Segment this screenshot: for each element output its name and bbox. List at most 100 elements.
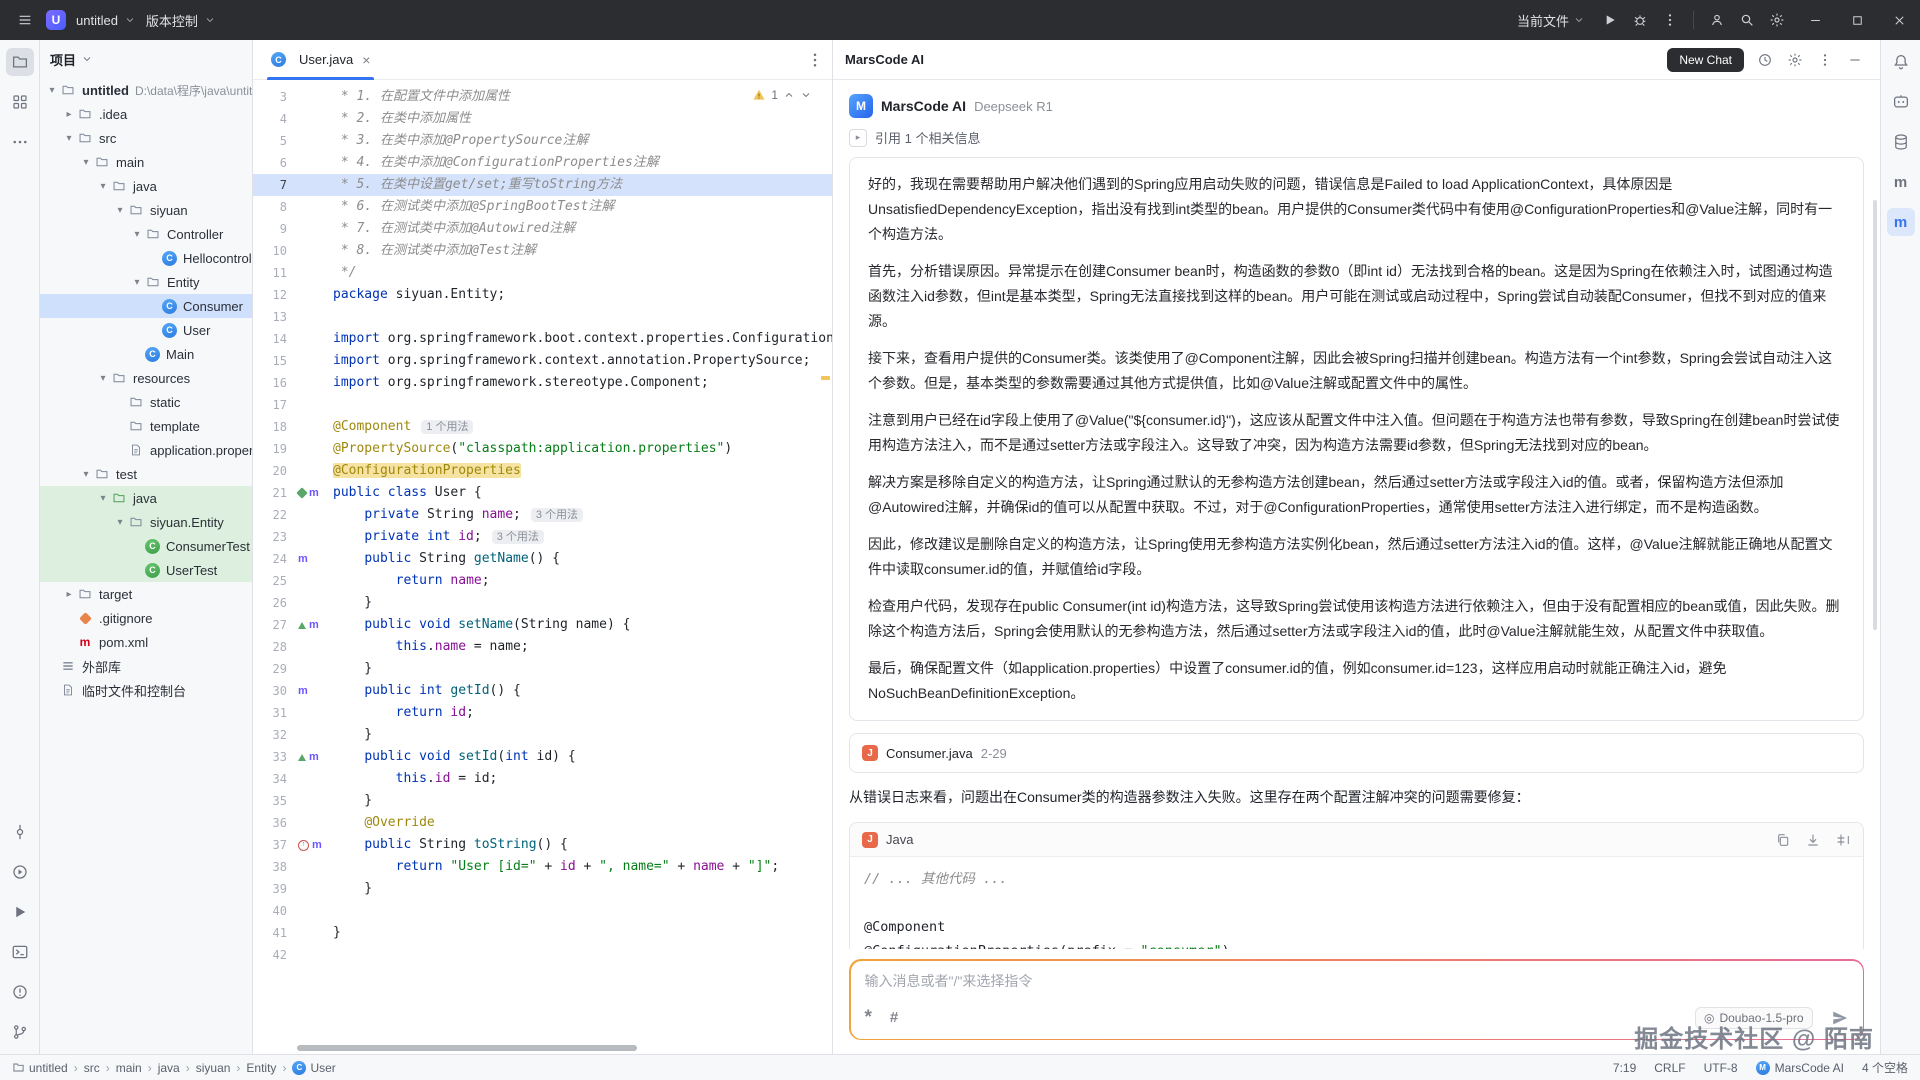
- tree-item-Main[interactable]: CMain: [40, 342, 252, 366]
- close-icon[interactable]: [1878, 0, 1920, 40]
- chevron-down-icon[interactable]: ▾: [112, 205, 128, 216]
- tree-item-static[interactable]: static: [40, 390, 252, 414]
- code-line[interactable]: 18@Component1 个用法: [253, 416, 832, 438]
- references-toggle[interactable]: ▸ 引用 1 个相关信息: [849, 128, 1864, 147]
- code-line[interactable]: 14import org.springframework.boot.contex…: [253, 328, 832, 350]
- run-icon[interactable]: [6, 898, 34, 926]
- code-line[interactable]: 7 * 5. 在类中设置get/set;重写toString方法: [253, 174, 832, 196]
- code-line[interactable]: 29 }: [253, 658, 832, 680]
- settings-icon[interactable]: [1762, 5, 1792, 35]
- project-widget[interactable]: untitled: [76, 13, 118, 28]
- hide-panel-icon[interactable]: [1842, 47, 1868, 73]
- chevron-down-icon[interactable]: ▾: [129, 229, 145, 240]
- database-icon[interactable]: [1887, 128, 1915, 156]
- copy-icon[interactable]: [1775, 832, 1791, 848]
- code-line[interactable]: 37↑m public String toString() {: [253, 834, 832, 856]
- code-line[interactable]: 26 }: [253, 592, 832, 614]
- close-icon[interactable]: ×: [362, 52, 370, 68]
- commands-icon[interactable]: *: [865, 1012, 872, 1024]
- tree-item-src[interactable]: ▾src: [40, 126, 252, 150]
- code-line[interactable]: 8 * 6. 在测试类中添加@SpringBootTest注解: [253, 196, 832, 218]
- code-line[interactable]: 42: [253, 944, 832, 966]
- chevron-down-icon[interactable]: ▾: [112, 517, 128, 528]
- code-line[interactable]: 33m public void setId(int id) {: [253, 746, 832, 768]
- code-line[interactable]: 4 * 2. 在类中添加属性: [253, 108, 832, 130]
- run-icon[interactable]: [1595, 5, 1625, 35]
- code-line[interactable]: 12package siyuan.Entity;: [253, 284, 832, 306]
- code-line[interactable]: 19@PropertySource("classpath:application…: [253, 438, 832, 460]
- breadcrumb-item[interactable]: main: [116, 1061, 142, 1075]
- chevron-right-icon[interactable]: ▸: [61, 109, 77, 120]
- marscode-icon[interactable]: m: [1887, 208, 1915, 236]
- code-line[interactable]: 36 @Override: [253, 812, 832, 834]
- breadcrumb-item[interactable]: Entity: [246, 1061, 276, 1075]
- status-item-CRLF[interactable]: CRLF: [1654, 1061, 1685, 1075]
- tree-item-User[interactable]: CUser: [40, 318, 252, 342]
- chevron-right-icon[interactable]: ▸: [61, 589, 77, 600]
- chevron-down-icon[interactable]: ▾: [95, 493, 111, 504]
- tree-item-pom.xml[interactable]: mpom.xml: [40, 630, 252, 654]
- chevron-down-icon[interactable]: ▾: [61, 133, 77, 144]
- change-marker-icon[interactable]: [296, 487, 307, 498]
- marscode-lens-icon[interactable]: m: [298, 685, 308, 697]
- breadcrumb-item[interactable]: src: [84, 1061, 100, 1075]
- chevron-down-icon[interactable]: ▾: [78, 157, 94, 168]
- code-line[interactable]: 5 * 3. 在类中添加@PropertySource注解: [253, 130, 832, 152]
- tree-item-.idea[interactable]: ▸.idea: [40, 102, 252, 126]
- tree-item-resources[interactable]: ▾resources: [40, 366, 252, 390]
- tree-item-application.properties[interactable]: application.properties: [40, 438, 252, 462]
- code-line[interactable]: 21mpublic class User {: [253, 482, 832, 504]
- diff-icon[interactable]: [1835, 832, 1851, 848]
- tree-item-ConsumerTest[interactable]: CConsumerTest: [40, 534, 252, 558]
- tree-item-siyuan[interactable]: ▾siyuan: [40, 198, 252, 222]
- code-editor[interactable]: 3 * 1. 在配置文件中添加属性4 * 2. 在类中添加属性5 * 3. 在类…: [253, 80, 832, 1054]
- code-line[interactable]: 15import org.springframework.context.ann…: [253, 350, 832, 372]
- tab-options-icon[interactable]: [806, 51, 824, 69]
- project-icon[interactable]: [6, 48, 34, 76]
- code-line[interactable]: 24m public String getName() {: [253, 548, 832, 570]
- maximize-icon[interactable]: [1836, 0, 1878, 40]
- tree-item-Hellocontroller[interactable]: CHellocontroller: [40, 246, 252, 270]
- code-line[interactable]: 6 * 4. 在类中添加@ConfigurationProperties注解: [253, 152, 832, 174]
- commit-icon[interactable]: [6, 818, 34, 846]
- chat-scrollbar[interactable]: [1873, 200, 1877, 630]
- horizontal-scrollbar[interactable]: [297, 1045, 637, 1051]
- tree-item-target[interactable]: ▸target: [40, 582, 252, 606]
- next-problem-icon[interactable]: [800, 89, 812, 101]
- problems-icon[interactable]: [6, 978, 34, 1006]
- breadcrumb-item[interactable]: untitled: [12, 1061, 68, 1075]
- override-arrow-icon[interactable]: [298, 622, 306, 629]
- more-actions-icon[interactable]: [1655, 5, 1685, 35]
- tree-item-临时文件和控制台[interactable]: 临时文件和控制台: [40, 678, 252, 702]
- notifications-icon[interactable]: [1887, 48, 1915, 76]
- breadcrumb-item[interactable]: siyuan: [196, 1061, 231, 1075]
- marscode-secondary-icon[interactable]: m: [1887, 168, 1915, 196]
- ai-assistant-icon[interactable]: [1887, 88, 1915, 116]
- services-icon[interactable]: [6, 858, 34, 886]
- code-line[interactable]: 34 this.id = id;: [253, 768, 832, 790]
- tree-item-java[interactable]: ▾java: [40, 174, 252, 198]
- status-item-MarsCode AI[interactable]: MMarsCode AI: [1756, 1061, 1844, 1075]
- chevron-down-icon[interactable]: ▾: [95, 373, 111, 384]
- status-item-7:19[interactable]: 7:19: [1613, 1061, 1636, 1075]
- chat-scroll-area[interactable]: M MarsCode AI Deepseek R1 ▸ 引用 1 个相关信息 好…: [833, 80, 1880, 949]
- marscode-lens-icon[interactable]: m: [309, 751, 319, 763]
- code-line[interactable]: 10 * 8. 在测试类中添加@Test注解: [253, 240, 832, 262]
- context-icon[interactable]: #: [890, 1009, 898, 1026]
- marscode-lens-icon[interactable]: m: [312, 839, 322, 851]
- more-tool-windows-icon[interactable]: [6, 128, 34, 156]
- tree-item-UserTest[interactable]: CUserTest: [40, 558, 252, 582]
- code-line[interactable]: 11 */: [253, 262, 832, 284]
- run-configuration[interactable]: 当前文件: [1509, 11, 1593, 30]
- warning-stripe-mark[interactable]: [821, 376, 830, 380]
- code-line[interactable]: 23 private int id;3 个用法: [253, 526, 832, 548]
- file-reference[interactable]: J Consumer.java 2-29: [849, 733, 1864, 773]
- overrides-icon[interactable]: ↑: [298, 840, 309, 851]
- new-chat-button[interactable]: New Chat: [1667, 48, 1744, 72]
- more-options-icon[interactable]: [1812, 47, 1838, 73]
- code-line[interactable]: 27m public void setName(String name) {: [253, 614, 832, 636]
- code-line[interactable]: 3 * 1. 在配置文件中添加属性: [253, 86, 832, 108]
- tree-item-main[interactable]: ▾main: [40, 150, 252, 174]
- tree-item-untitled[interactable]: ▾untitledD:\data\程序\java\untitled: [40, 78, 252, 102]
- tree-item-Entity[interactable]: ▾Entity: [40, 270, 252, 294]
